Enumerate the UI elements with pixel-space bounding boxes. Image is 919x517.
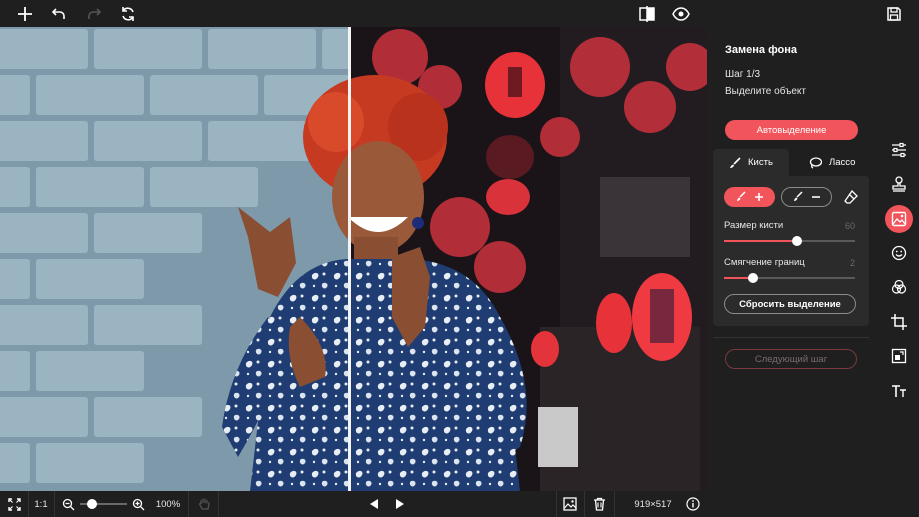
selection-mode-tabs: Кисть Лассо [713,149,869,176]
text-icon[interactable] [885,377,913,405]
hand-icon[interactable] [194,491,214,517]
resize-icon[interactable] [885,342,913,370]
bottom-divider [556,491,557,517]
brush-add-icon [736,191,763,201]
bottom-divider [28,491,29,517]
actual-size-button[interactable]: 1:1 [30,491,52,517]
reset-selection-button[interactable]: Сбросить выделение [724,294,856,314]
brush-subtract-icon [793,191,820,201]
tab-brush[interactable]: Кисть [713,149,789,176]
feather-slider[interactable] [724,273,855,283]
stamp-icon[interactable] [885,170,913,198]
feather-thumb[interactable] [747,273,758,283]
feather-label: Смягчение границ [724,257,805,268]
fit-screen-icon[interactable] [4,491,24,517]
auto-select-button[interactable]: Автовыделение [725,120,858,140]
reset-icon[interactable] [117,3,139,25]
panel-title: Замена фона [725,44,798,56]
brush-add-button[interactable] [724,187,775,207]
brush-size-label: Размер кисти [724,220,784,231]
brush-subtract-button[interactable] [781,187,832,207]
save-icon[interactable] [883,3,905,25]
color-filters-icon[interactable] [885,273,913,301]
tool-rail [877,27,919,491]
previous-image-icon[interactable] [366,491,382,517]
brush-icon [730,156,741,168]
brush-tools-box: Размер кисти 60 Смягчение границ 2 Сброс… [713,176,869,326]
add-icon[interactable] [14,3,36,25]
face-icon[interactable] [885,239,913,267]
photo-compare-view [0,27,707,491]
brush-size-thumb[interactable] [792,236,803,246]
compare-icon[interactable] [636,3,658,25]
compare-divider[interactable] [348,27,351,491]
delete-icon[interactable] [590,491,608,517]
background-replace-panel: Замена фона Шаг 1/3 Выделите объект Авто… [707,27,877,491]
redo-icon[interactable] [83,3,105,25]
panel-divider [713,337,869,338]
bottom-divider [188,491,189,517]
image-dimensions: 919×517 [634,498,672,510]
brush-size-slider[interactable] [724,236,855,246]
feather-value: 2 [849,258,855,268]
brush-size-value: 60 [844,221,855,231]
undo-icon[interactable] [48,3,70,25]
zoom-thumb[interactable] [86,499,97,509]
brush-size-fill [724,240,798,242]
bottom-divider [614,491,615,517]
tab-brush-label: Кисть [748,157,773,168]
next-image-icon[interactable] [392,491,408,517]
eraser-icon[interactable] [844,189,860,206]
zoom-level: 100% [155,498,181,510]
crop-icon[interactable] [885,308,913,336]
tab-lasso[interactable]: Лассо [801,149,869,176]
info-icon[interactable] [684,491,702,517]
step-description: Выделите объект [725,86,806,97]
bottom-toolbar: 1:1 100% 919×517 [0,491,919,517]
preview-icon[interactable] [670,3,692,25]
bottom-divider [218,491,219,517]
top-toolbar [0,0,919,27]
lasso-icon [809,156,822,169]
zoom-in-icon[interactable] [130,491,146,517]
step-indicator: Шаг 1/3 [725,69,761,80]
bottom-divider [54,491,55,517]
zoom-slider[interactable] [80,499,127,509]
image-canvas[interactable] [0,27,707,491]
bottom-divider [584,491,585,517]
image-icon[interactable] [561,491,579,517]
zoom-out-icon[interactable] [60,491,76,517]
next-step-button[interactable]: Следующий шаг [725,349,857,369]
background-replace-icon[interactable] [885,205,913,233]
tab-lasso-label: Лассо [829,157,856,168]
adjust-icon[interactable] [885,136,913,164]
